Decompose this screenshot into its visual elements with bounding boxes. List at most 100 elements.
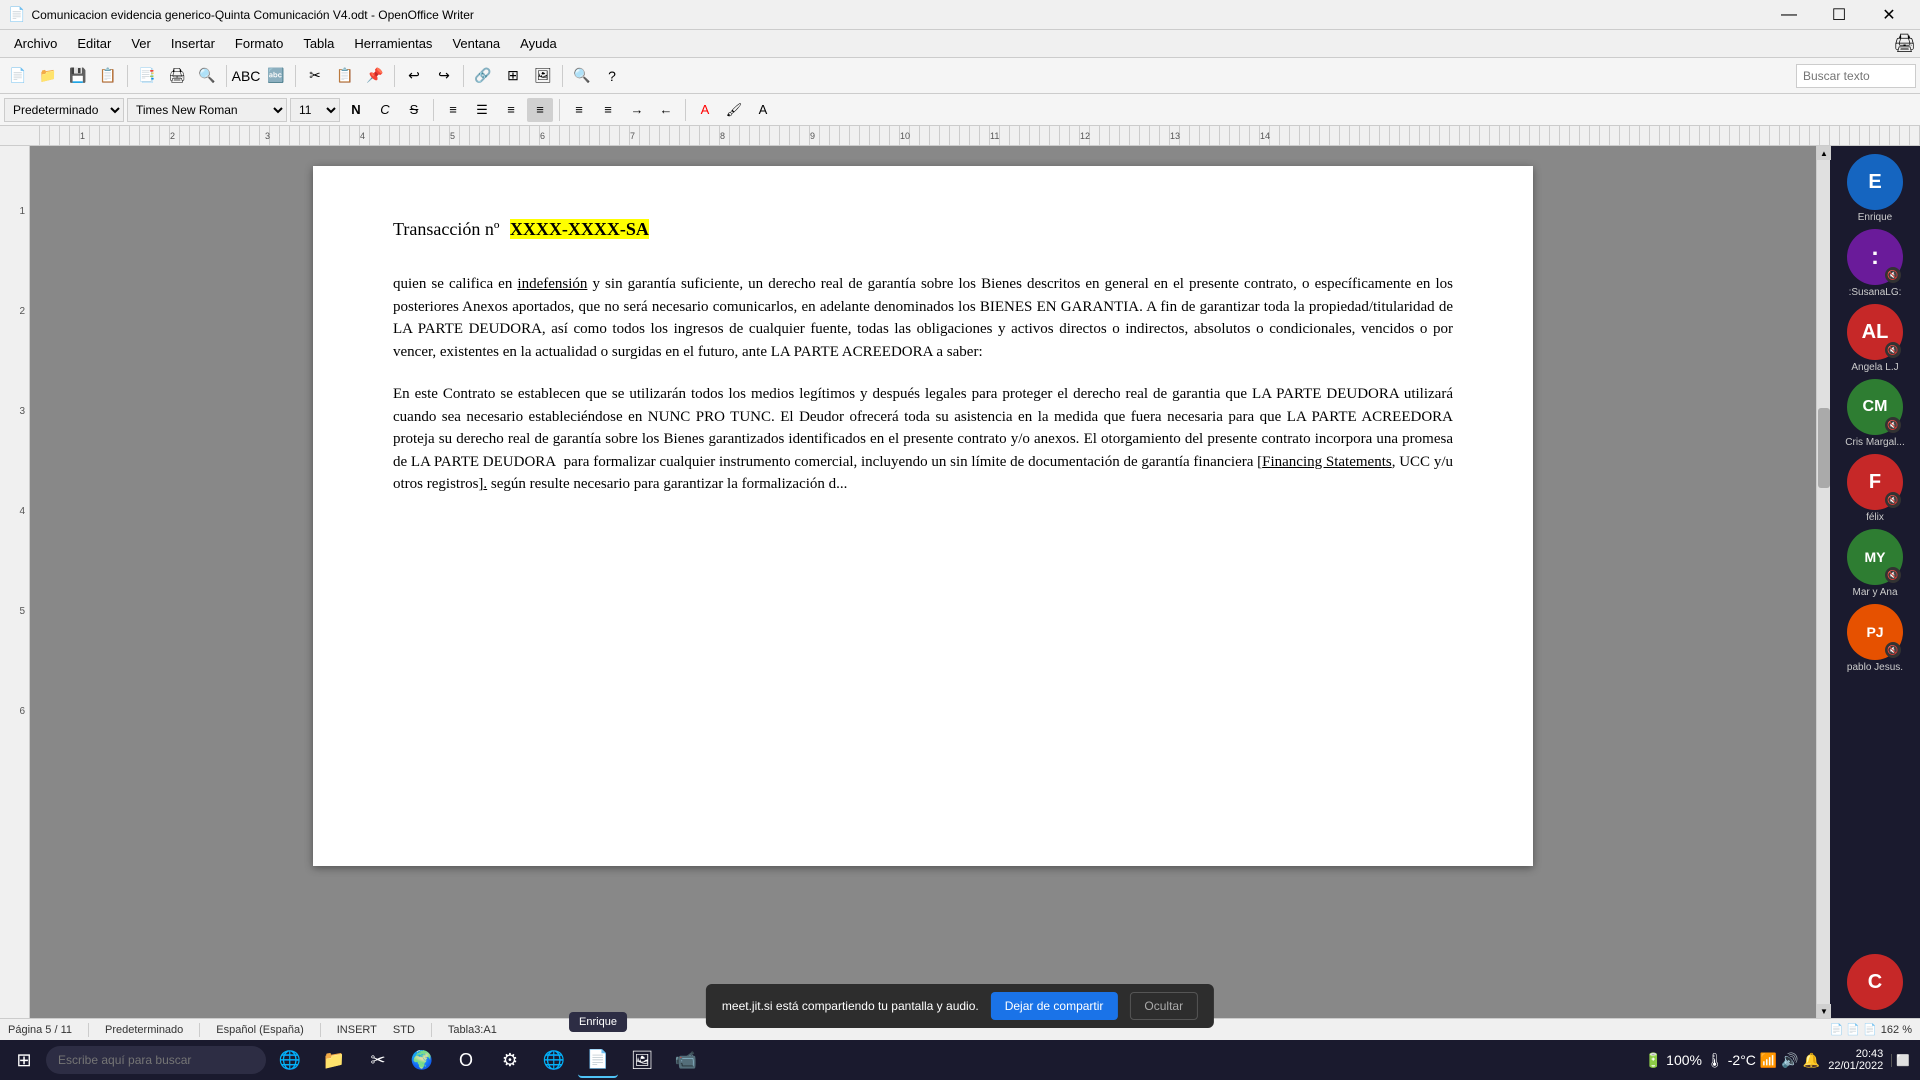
menu-insertar[interactable]: Insertar — [161, 32, 225, 55]
clock: 20:43 22/01/2022 — [1828, 1048, 1883, 1072]
new-btn[interactable]: 📄 — [4, 62, 32, 90]
copy-btn[interactable]: 📋 — [331, 62, 359, 90]
participant-name-pablo: pablo Jesus. — [1847, 662, 1903, 673]
title-prefix: Transacción nº — [393, 219, 499, 239]
taskbar-img[interactable]: 🖼 — [622, 1042, 662, 1078]
participant-name-felix: félix — [1866, 512, 1884, 523]
participant-name-maryana: Mar y Ana — [1852, 587, 1897, 598]
preview-btn[interactable]: 🔍 — [193, 62, 221, 90]
close-button[interactable]: ✕ — [1866, 0, 1912, 30]
save-btn[interactable]: 💾 — [64, 62, 92, 90]
font-size-select[interactable]: 11 — [290, 98, 340, 122]
participant-maryana[interactable]: MY 🔇 Mar y Ana — [1840, 529, 1910, 598]
hyperlink-btn[interactable]: 🔗 — [469, 62, 497, 90]
bg-color-btn[interactable]: A — [750, 98, 776, 122]
indent-less-btn[interactable]: ← — [653, 98, 679, 122]
table-btn[interactable]: ⊞ — [499, 62, 527, 90]
search-input[interactable] — [1796, 64, 1916, 88]
taskbar-video[interactable]: 📹 — [666, 1042, 706, 1078]
highlight-btn[interactable]: 🖌 — [721, 98, 747, 122]
italic-button[interactable]: C — [372, 98, 398, 122]
date: 22/01/2022 — [1828, 1060, 1883, 1072]
open-btn[interactable]: 📁 — [34, 62, 62, 90]
avatar-enrique: E — [1847, 154, 1903, 210]
menu-ayuda[interactable]: Ayuda — [510, 32, 567, 55]
main-area: 1 2 3 4 5 6 Transacción nº XXXX-XXXX-SA … — [0, 146, 1920, 1018]
menu-ventana[interactable]: Ventana — [442, 32, 510, 55]
share-icon[interactable]: 🖨 — [1893, 33, 1916, 54]
maximize-button[interactable]: ☐ — [1816, 0, 1862, 30]
minimize-button[interactable]: — — [1766, 0, 1812, 30]
find-btn[interactable]: 🔍 — [568, 62, 596, 90]
margin-num-5: 5 — [19, 606, 25, 617]
ruler: 1 2 3 4 5 6 7 8 9 10 11 12 13 14 — [0, 126, 1920, 146]
std-status: STD — [393, 1024, 415, 1036]
start-button[interactable]: ⊞ — [6, 1042, 42, 1078]
paste-btn[interactable]: 📌 — [361, 62, 389, 90]
taskbar-app3[interactable]: ✂ — [358, 1042, 398, 1078]
taskbar-openoffice[interactable]: 📄 Enrique — [578, 1042, 618, 1078]
style-select[interactable]: Predeterminado — [4, 98, 124, 122]
strikethrough-button[interactable]: S — [401, 98, 427, 122]
scroll-down[interactable]: ▼ — [1817, 1004, 1831, 1018]
participant-enrique[interactable]: E Enrique — [1840, 154, 1910, 223]
scroll-up[interactable]: ▲ — [1817, 146, 1831, 160]
list-btn[interactable]: ≡ — [566, 98, 592, 122]
pdf-btn[interactable]: 📑 — [133, 62, 161, 90]
font-color-btn[interactable]: A — [692, 98, 718, 122]
taskbar-opera[interactable]: O — [446, 1042, 486, 1078]
menu-editar[interactable]: Editar — [67, 32, 121, 55]
participant-cris[interactable]: CM 🔇 Cris Margal... — [1840, 379, 1910, 448]
undo-btn[interactable]: ↩ — [400, 62, 428, 90]
cut-btn[interactable]: ✂ — [301, 62, 329, 90]
network-icon: 📶 — [1760, 1052, 1777, 1069]
doc-area[interactable]: Transacción nº XXXX-XXXX-SA quien se cal… — [30, 146, 1816, 1018]
save-as-btn[interactable]: 📋 — [94, 62, 122, 90]
show-desktop-btn[interactable]: ⬜ — [1891, 1054, 1914, 1067]
stop-sharing-button[interactable]: Dejar de compartir — [991, 992, 1118, 1020]
menu-formato[interactable]: Formato — [225, 32, 293, 55]
doc-scrollbar[interactable]: ▲ ▼ — [1816, 146, 1830, 1018]
menu-tabla[interactable]: Tabla — [293, 32, 344, 55]
mic-muted-icon-pj: 🔇 — [1885, 642, 1901, 658]
align-left-btn[interactable]: ≡ — [440, 98, 466, 122]
font-select[interactable]: Times New Roman — [127, 98, 287, 122]
menu-herramientas[interactable]: Herramientas — [344, 32, 442, 55]
help-btn[interactable]: ? — [598, 62, 626, 90]
redo-btn[interactable]: ↪ — [430, 62, 458, 90]
battery-icon: 🔋 — [1645, 1052, 1662, 1069]
participant-pablo[interactable]: PJ 🔇 pablo Jesus. — [1840, 604, 1910, 673]
scrollbar-thumb[interactable] — [1818, 408, 1830, 488]
menu-archivo[interactable]: Archivo — [4, 32, 67, 55]
spell-btn[interactable]: ABC — [232, 62, 260, 90]
taskbar-settings[interactable]: ⚙ — [490, 1042, 530, 1078]
participant-c[interactable]: C — [1840, 954, 1910, 1010]
indent-more-btn[interactable]: → — [624, 98, 650, 122]
participant-angela[interactable]: AL 🔇 Angela L.J — [1840, 304, 1910, 373]
ordered-list-btn[interactable]: ≡ — [595, 98, 621, 122]
align-center-btn[interactable]: ☰ — [469, 98, 495, 122]
bold-button[interactable]: N — [343, 98, 369, 122]
print-btn[interactable]: 🖨 — [163, 62, 191, 90]
separator — [463, 65, 464, 87]
doc-title: Transacción nº XXXX-XXXX-SA — [393, 216, 1453, 243]
hide-button[interactable]: Ocultar — [1129, 992, 1198, 1020]
menu-ver[interactable]: Ver — [121, 32, 161, 55]
separator — [127, 65, 128, 87]
align-justify-btn[interactable]: ≡ — [527, 98, 553, 122]
underline-text: indefensión — [517, 276, 587, 292]
align-right-btn[interactable]: ≡ — [498, 98, 524, 122]
taskbar-edge-browser[interactable]: 🌐 — [270, 1042, 310, 1078]
participant-susana[interactable]: : 🔇 :SusanaLG: — [1840, 229, 1910, 298]
taskbar-browser[interactable]: 🌍 — [402, 1042, 442, 1078]
insert-img-btn[interactable]: 🖼 — [529, 62, 557, 90]
taskbar: ⊞ 🌐 📁 ✂ 🌍 O ⚙ 🌐 📄 Enrique 🖼 📹 🔋 100% 🌡 -… — [0, 1040, 1920, 1080]
language-status: Español (España) — [216, 1024, 303, 1036]
taskbar-files[interactable]: 📁 — [314, 1042, 354, 1078]
margin-num-6: 6 — [19, 706, 25, 717]
participant-felix[interactable]: F 🔇 félix — [1840, 454, 1910, 523]
taskbar-search[interactable] — [46, 1046, 266, 1074]
window-controls: — ☐ ✕ — [1766, 0, 1912, 30]
taskbar-chrome[interactable]: 🌐 — [534, 1042, 574, 1078]
spell2-btn[interactable]: 🔤 — [262, 62, 290, 90]
